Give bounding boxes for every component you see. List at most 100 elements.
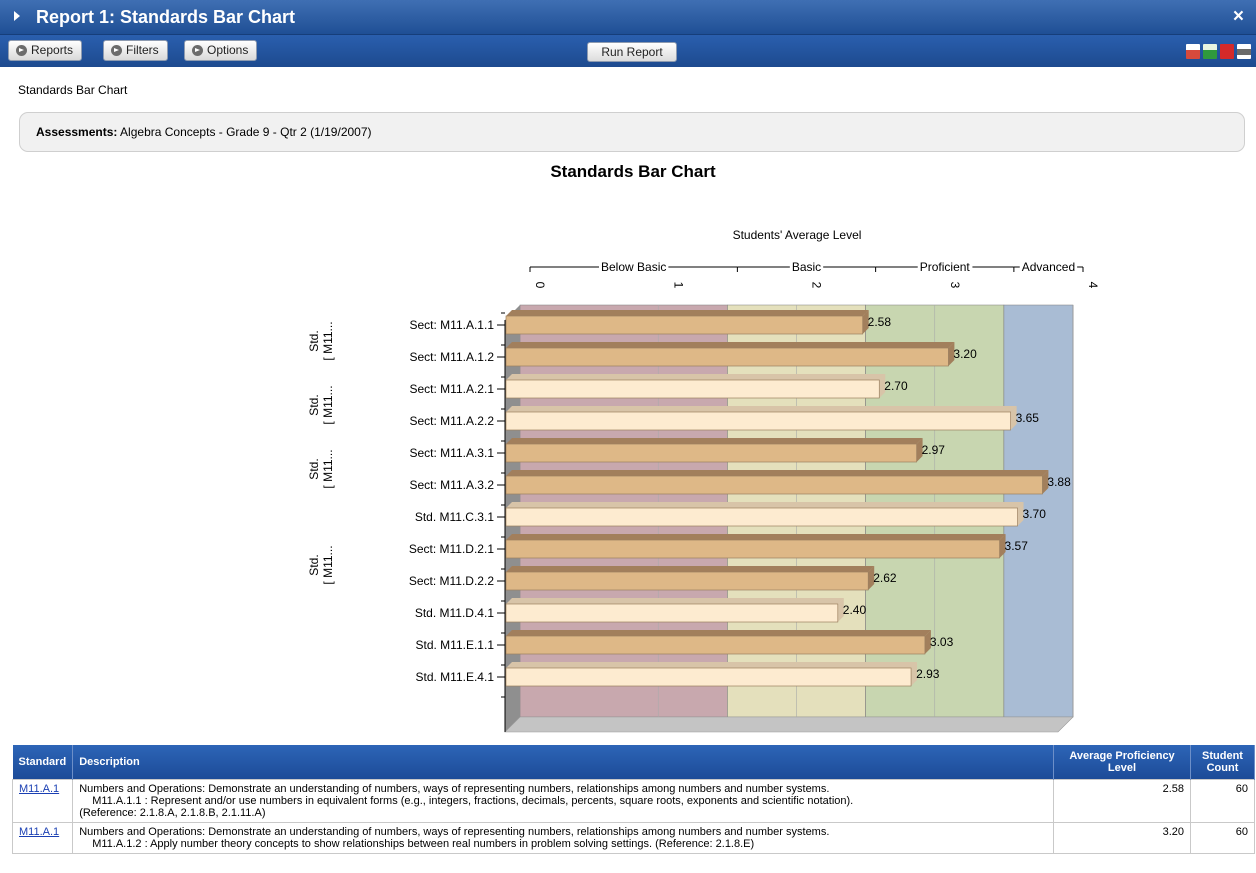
bar-top-face <box>506 342 955 348</box>
count-cell: 60 <box>1190 821 1255 854</box>
group-label: Std. <box>307 394 321 415</box>
reports-button-label: Reports <box>31 43 74 57</box>
bar <box>505 507 1018 527</box>
close-icon[interactable]: × <box>1233 6 1244 28</box>
standard-link[interactable]: M11.A.1 <box>19 826 59 838</box>
x-tick-label: 4 <box>1086 282 1100 289</box>
pdf-icon[interactable] <box>1220 44 1234 59</box>
group-label: Std. <box>307 554 321 575</box>
category-label: Sect: M11.A.1.1 <box>410 318 495 332</box>
band-label: Proficient <box>920 260 971 274</box>
bar-value-label: 2.40 <box>843 603 867 617</box>
bar <box>505 443 917 463</box>
x-tick-label: 2 <box>810 282 824 289</box>
description-line: M11.A.1.2 : Apply number theory concepts… <box>92 837 755 850</box>
bar <box>505 571 869 591</box>
group-label: [ M11... <box>321 545 335 584</box>
header-description[interactable]: Description <box>72 745 1054 779</box>
bar-value-label: 3.88 <box>1047 475 1071 489</box>
bar-top-face <box>506 662 918 668</box>
bar <box>505 411 1011 431</box>
x-tick-label: 3 <box>948 282 962 289</box>
category-label: Std. M11.C.3.1 <box>415 510 494 524</box>
expand-icon <box>111 45 122 56</box>
bar-value-label: 2.93 <box>916 667 940 681</box>
category-label: Sect: M11.D.2.1 <box>409 542 494 556</box>
assessments-value: Algebra Concepts - Grade 9 - Qtr 2 (1/19… <box>120 125 372 139</box>
report-subtitle: Standards Bar Chart <box>18 83 128 97</box>
bar <box>505 315 864 335</box>
description-line: (Reference: 2.1.8.A, 2.1.8.B, 2.1.11.A) <box>79 806 266 819</box>
expand-icon <box>192 45 203 56</box>
bar <box>505 379 880 399</box>
bar-top-face <box>506 438 923 444</box>
table-header-row: Standard Description Average Proficiency… <box>12 745 1255 779</box>
description-line: Numbers and Operations: Demonstrate an u… <box>79 825 830 838</box>
collapse-arrow-icon[interactable] <box>14 11 20 21</box>
expand-icon <box>16 45 27 56</box>
bar <box>505 603 839 623</box>
assessments-label: Assessments: <box>36 125 118 139</box>
print-icon[interactable] <box>1237 44 1251 59</box>
assessments-panel: Assessments: Algebra Concepts - Grade 9 … <box>19 112 1245 152</box>
group-label: Std. <box>307 458 321 479</box>
run-report-button[interactable]: Run Report <box>587 42 677 62</box>
excel-export-icon[interactable] <box>1203 44 1217 59</box>
filters-button-label: Filters <box>126 43 159 57</box>
bar-value-label: 2.62 <box>873 571 897 585</box>
category-label: Sect: M11.A.1.2 <box>410 350 495 364</box>
description-line: M11.A.1.1 : Represent and/or use numbers… <box>92 794 854 807</box>
category-label: Sect: M11.A.3.1 <box>410 446 495 460</box>
category-label: Sect: M11.A.2.2 <box>410 414 495 428</box>
band-label: Advanced <box>1022 260 1075 274</box>
header-average-proficiency[interactable]: Average Proficiency Level <box>1053 745 1191 779</box>
category-label: Sect: M11.A.3.2 <box>410 478 495 492</box>
header-standard[interactable]: Standard <box>12 745 74 779</box>
average-cell: 3.20 <box>1053 821 1191 854</box>
table-row: M11.A.1 Numbers and Operations: Demonstr… <box>11 821 1255 854</box>
standard-link[interactable]: M11.A.1 <box>19 783 59 795</box>
band-label: Basic <box>792 260 821 274</box>
category-label: Sect: M11.A.2.1 <box>410 382 495 396</box>
bar-top-face <box>506 374 886 380</box>
bar-value-label: 2.70 <box>884 379 908 393</box>
reports-button[interactable]: Reports <box>8 40 83 61</box>
group-label: Std. <box>307 330 321 351</box>
description-line: Numbers and Operations: Demonstrate an u… <box>79 782 830 795</box>
chart-floor <box>504 716 1074 733</box>
bar <box>505 347 949 367</box>
bar-top-face <box>506 470 1049 476</box>
band-label: Below Basic <box>601 260 666 274</box>
standards-bar-chart: Standards Bar Chart Students' Average Le… <box>307 162 1100 733</box>
standard-cell: M11.A.1 <box>11 821 74 854</box>
pdf-export-icon[interactable] <box>1186 44 1200 59</box>
x-tick-label: 1 <box>671 282 685 289</box>
bar-value-label: 2.58 <box>868 315 892 329</box>
bar-value-label: 3.65 <box>1016 411 1040 425</box>
standard-cell: M11.A.1 <box>11 778 74 823</box>
description-cell: Numbers and Operations: Demonstrate an u… <box>72 821 1054 854</box>
average-cell: 2.58 <box>1053 778 1191 823</box>
header-student-count[interactable]: Student Count <box>1190 745 1255 779</box>
table-row: M11.A.1 Numbers and Operations: Demonstr… <box>11 778 1255 823</box>
bar-value-label: 3.57 <box>1005 539 1029 553</box>
options-button[interactable]: Options <box>184 40 258 61</box>
bar-top-face <box>506 406 1017 412</box>
chart-xlabel: Students' Average Level <box>733 228 862 242</box>
bar-value-label: 3.70 <box>1023 507 1047 521</box>
bar-value-label: 3.20 <box>953 347 977 361</box>
category-label: Std. M11.E.4.1 <box>416 670 495 684</box>
category-label: Std. M11.E.1.1 <box>416 638 495 652</box>
description-cell: Numbers and Operations: Demonstrate an u… <box>72 778 1054 823</box>
bar-top-face <box>506 566 875 572</box>
standards-table: Standard Description Average Proficiency… <box>11 745 1255 854</box>
bar <box>505 475 1043 495</box>
bar-value-label: 2.97 <box>922 443 946 457</box>
category-label: Sect: M11.D.2.2 <box>409 574 494 588</box>
bar <box>505 635 926 655</box>
bar-top-face <box>506 630 931 636</box>
bar-top-face <box>506 502 1024 508</box>
toolbar: Reports Filters Options Run Report <box>0 35 1256 67</box>
filters-button[interactable]: Filters <box>103 40 168 61</box>
bar-top-face <box>506 310 869 316</box>
